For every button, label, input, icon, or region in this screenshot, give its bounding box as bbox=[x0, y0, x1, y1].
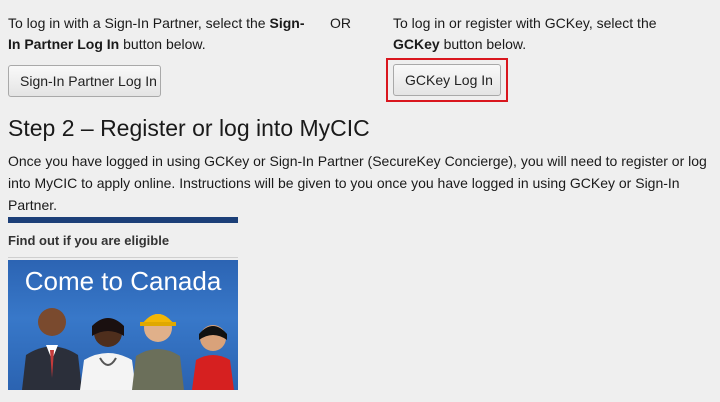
banner-title: Come to Canada bbox=[24, 266, 222, 296]
signin-partner-login-button[interactable]: Sign-In Partner Log In bbox=[8, 65, 161, 97]
page: To log in with a Sign-In Partner, select… bbox=[0, 0, 720, 402]
gckey-instruction: To log in or register with GCKey, select… bbox=[393, 13, 693, 55]
eligibility-panel: Find out if you are eligible Come to Can… bbox=[8, 217, 238, 390]
gckey-instruction-bold: GCKey bbox=[393, 36, 440, 52]
step2-paragraph: Once you have logged in using GCKey or S… bbox=[8, 153, 707, 213]
gckey-login-button[interactable]: GCKey Log In bbox=[393, 64, 501, 96]
eligibility-title: Find out if you are eligible bbox=[8, 223, 238, 258]
signin-partner-instruction: To log in with a Sign-In Partner, select… bbox=[8, 13, 308, 55]
come-to-canada-banner[interactable]: Come to Canada bbox=[8, 260, 238, 390]
step2-heading: Step 2 – Register or log into MyCIC bbox=[8, 115, 370, 141]
gckey-instruction-prefix: To log in or register with GCKey, select… bbox=[393, 15, 657, 31]
truncated-text-line bbox=[150, 0, 290, 6]
signin-partner-instruction-suffix: button below. bbox=[119, 36, 206, 52]
signin-partner-instruction-prefix: To log in with a Sign-In Partner, select… bbox=[8, 15, 270, 31]
or-separator: OR bbox=[330, 15, 351, 31]
gckey-instruction-suffix: button below. bbox=[439, 36, 527, 52]
